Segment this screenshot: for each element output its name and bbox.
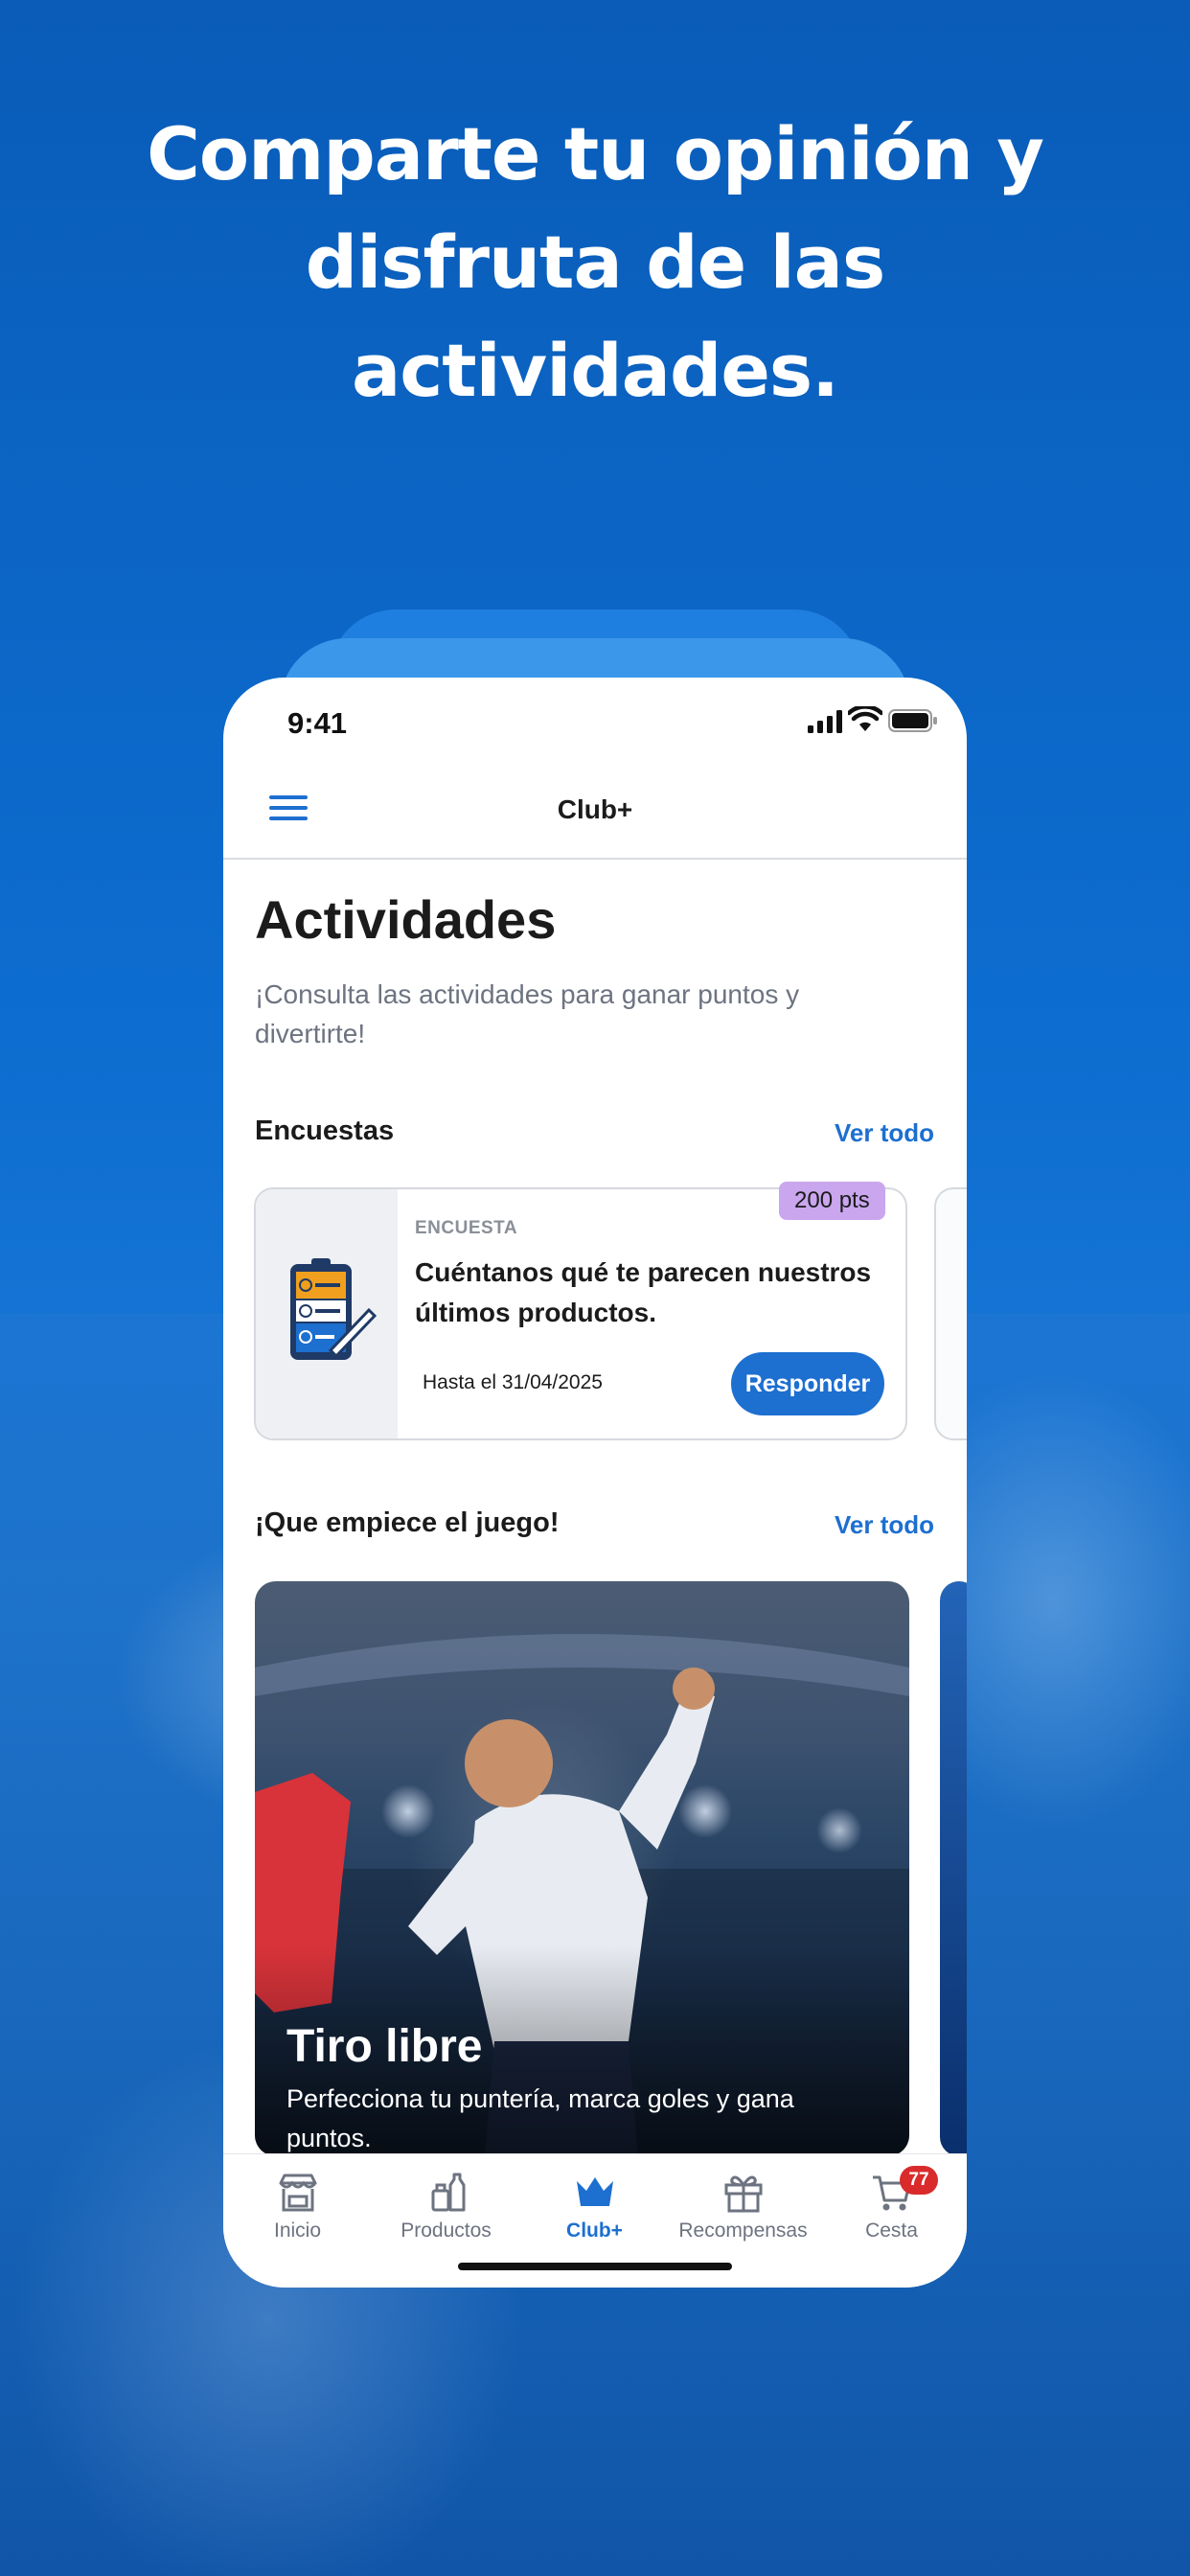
tab-inicio[interactable]: Inicio	[223, 2172, 372, 2242]
games-section-heading: ¡Que empiece el juego!	[255, 1507, 560, 1538]
tab-cesta[interactable]: Cesta 77	[817, 2166, 966, 2242]
survey-category: ENCUESTA	[415, 1218, 518, 1238]
next-survey-card[interactable]	[934, 1187, 967, 1440]
signal-icon	[808, 710, 842, 733]
tab-label: Inicio	[273, 2220, 322, 2242]
tab-label: Cesta	[865, 2220, 918, 2242]
surveys-section-heading: Encuestas	[255, 1116, 395, 1146]
clipboard-icon	[290, 1258, 378, 1360]
battery-icon	[888, 709, 937, 732]
page-subtitle: ¡Consulta las actividades para ganar pun…	[255, 979, 800, 1048]
phone-screen: 9:41 Club+ Actividades ¡Consulta las act…	[223, 678, 967, 2288]
survey-deadline: Hasta el 31/04/2025	[423, 1371, 603, 1393]
wifi-icon	[848, 706, 882, 731]
games-see-all-link[interactable]: Ver todo	[835, 1510, 934, 1540]
products-icon	[431, 2173, 465, 2212]
top-navbar: Club+	[223, 764, 967, 860]
points-badge: 200 pts	[779, 1182, 885, 1220]
headline-line-1: Comparte tu opinión y	[147, 111, 1044, 196]
respond-button[interactable]: Responder	[731, 1352, 884, 1415]
status-bar: 9:41	[223, 678, 967, 764]
headline-line-3: actividades.	[351, 328, 839, 413]
tab-club-plus[interactable]: Club+	[520, 2172, 669, 2242]
cart-count-badge: 77	[900, 2166, 938, 2195]
status-time: 9:41	[287, 706, 348, 740]
tab-label: Recompensas	[678, 2220, 808, 2242]
next-game-card[interactable]	[940, 1581, 967, 2156]
tab-label: Club+	[566, 2220, 623, 2242]
game-card-tiro-libre[interactable]: Tiro libre Perfecciona tu puntería, marc…	[255, 1581, 909, 2156]
navbar-title: Club+	[557, 794, 633, 824]
marketing-headline: Comparte tu opinión y disfruta de las ac…	[0, 100, 1190, 425]
surveys-see-all-link[interactable]: Ver todo	[835, 1118, 934, 1148]
survey-title: Cuéntanos qué te parecen nuestros último…	[415, 1257, 872, 1327]
home-indicator	[458, 2263, 732, 2270]
survey-card[interactable]: ENCUESTA Cuéntanos qué te parecen nuestr…	[254, 1187, 907, 1440]
survey-illustration	[256, 1189, 398, 1438]
store-icon	[279, 2174, 316, 2212]
headline-line-2: disfruta de las	[305, 219, 885, 305]
tab-recompensas[interactable]: Recompensas	[669, 2172, 817, 2242]
bottom-tab-bar: Inicio Productos Club+ Recompensas Cesta…	[223, 2153, 967, 2288]
gift-icon	[724, 2175, 762, 2213]
game-subtitle: Perfecciona tu puntería, marca goles y g…	[286, 2084, 794, 2152]
crown-icon	[576, 2177, 613, 2206]
tab-productos[interactable]: Productos	[372, 2172, 520, 2242]
game-title: Tiro libre	[286, 2021, 483, 2072]
page-title: Actividades	[255, 889, 557, 950]
tab-label: Productos	[400, 2220, 492, 2242]
